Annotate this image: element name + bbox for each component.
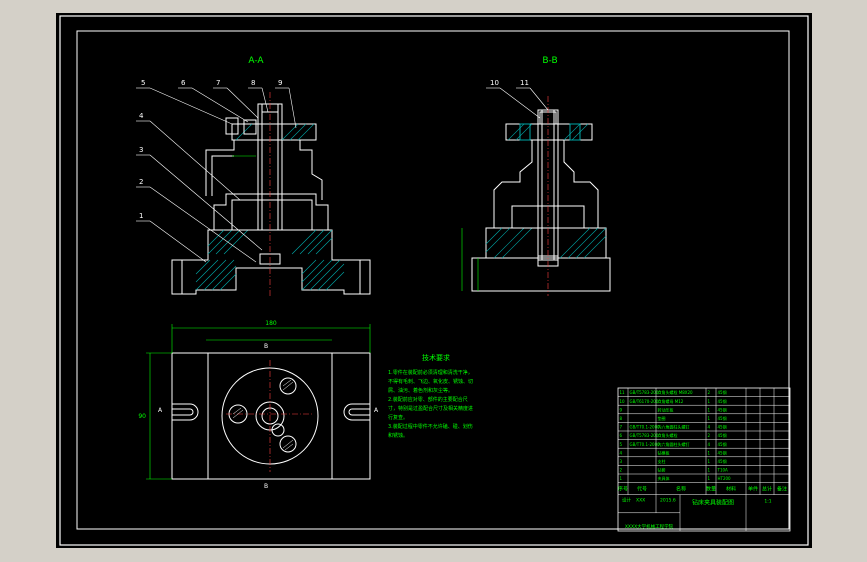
bom-cell-name: 支柱	[658, 458, 666, 464]
bom-cell-name: 钻套	[658, 467, 666, 473]
balloon-6: 6	[181, 79, 186, 87]
bom-cell-no: 11	[620, 390, 626, 395]
bom-header-code: 代号	[637, 486, 647, 493]
balloon-9: 9	[278, 79, 282, 87]
note-line-7: 3.装配过程中零件不允许磕、碰、划伤	[388, 423, 473, 430]
balloon-7: 7	[216, 79, 220, 87]
bom-header-name: 名称	[676, 486, 686, 493]
drawing-name: 钻床夹具装配图	[692, 499, 734, 507]
bom-cell-mat: 45钢	[718, 432, 727, 438]
balloon-1: 1	[139, 212, 143, 220]
bom-header-qty: 数量	[706, 486, 716, 493]
note-line-4: 2.装配前应对零、部件的主要配合尺	[388, 396, 468, 403]
bom-cell-mat: 45钢	[718, 406, 727, 412]
bom-cell-code: GB/T70.1-2000	[630, 425, 661, 430]
balloon-8: 8	[251, 79, 255, 87]
balloon-10: 10	[490, 79, 499, 87]
drawing-scale: 1:1	[764, 499, 771, 505]
bom-cell-name: 六角头螺栓 M8X20	[658, 389, 694, 395]
bom-cell-name: 六角螺母 M12	[658, 398, 684, 404]
balloon-11: 11	[520, 79, 529, 87]
balloon-3: 3	[139, 146, 143, 154]
dim-height: 90	[138, 413, 146, 420]
bom-cell-mat: 45钢	[718, 415, 727, 421]
bom-cell-name: 垫圈	[658, 415, 666, 421]
note-line-5: 寸，特别是过盈配合尺寸及相关精度进	[388, 405, 473, 412]
note-line-6: 行复查。	[388, 414, 408, 421]
note-line-8: 和锈蚀。	[388, 432, 408, 439]
designer-name: XXX	[636, 498, 645, 504]
bom-cell-mat: 45钢	[718, 389, 727, 395]
cut-b-bottom: B	[264, 483, 268, 490]
bom-cell-mat: 45钢	[718, 458, 727, 464]
bom-cell-mat: 45钢	[718, 441, 727, 447]
note-line-3: 屑、油污、着色剂和灰尘等。	[388, 387, 453, 394]
bom-cell-mat: HT200	[718, 476, 732, 481]
section-aa-label: A-A	[248, 56, 264, 66]
bom-header-mat: 材料	[726, 486, 736, 493]
balloon-4: 4	[139, 112, 144, 120]
drawing-date: 2015.6	[660, 498, 676, 504]
note-line-2: 不得有毛刺、飞边、氧化皮、锈蚀、切	[388, 378, 473, 385]
bom-header-remark: 备注	[777, 486, 787, 493]
bom-header-no: 序号	[618, 486, 628, 493]
bom-cell-name: 六角头螺栓	[658, 432, 678, 438]
bom-header-total: 总计	[762, 486, 772, 493]
bom-cell-mat: 45钢	[718, 449, 727, 455]
bom-cell-mat: 45钢	[718, 424, 727, 430]
section-bb-label: B-B	[542, 56, 557, 66]
school-name: XXXX大学机械工程学院	[625, 523, 674, 530]
bom-cell-name: 夹具体	[658, 475, 670, 481]
bom-header-unit: 单件	[748, 486, 758, 493]
bom-cell-no: 10	[620, 399, 626, 404]
bom-cell-mat: 45钢	[718, 398, 727, 404]
bom-cell-name: 钻模板	[658, 449, 670, 455]
notes-title: 技术要求	[422, 353, 450, 362]
designer-label: 设计	[622, 497, 631, 504]
note-line-1: 1.零件在装配前必须清理和清洗干净，	[388, 369, 473, 376]
bom-cell-mat: T10A	[717, 468, 729, 473]
bom-cell-code: GB/T70.1-2000	[630, 442, 661, 447]
cut-b-top: B	[264, 343, 268, 350]
bom-cell-name: 内六角圆柱头螺钉	[658, 441, 690, 447]
cad-drawing-canvas[interactable]: A-A B-B 5 6 7 8 9 4 3 2 1 10 11 180 90 B…	[0, 0, 867, 562]
bom-cell-name: 转动压板	[658, 406, 674, 412]
dim-width: 180	[265, 320, 277, 327]
bom-cell-name: 内六角圆柱头螺钉	[658, 424, 690, 430]
model-viewport[interactable]	[56, 13, 812, 548]
balloon-5: 5	[141, 79, 145, 87]
balloon-2: 2	[139, 178, 143, 186]
